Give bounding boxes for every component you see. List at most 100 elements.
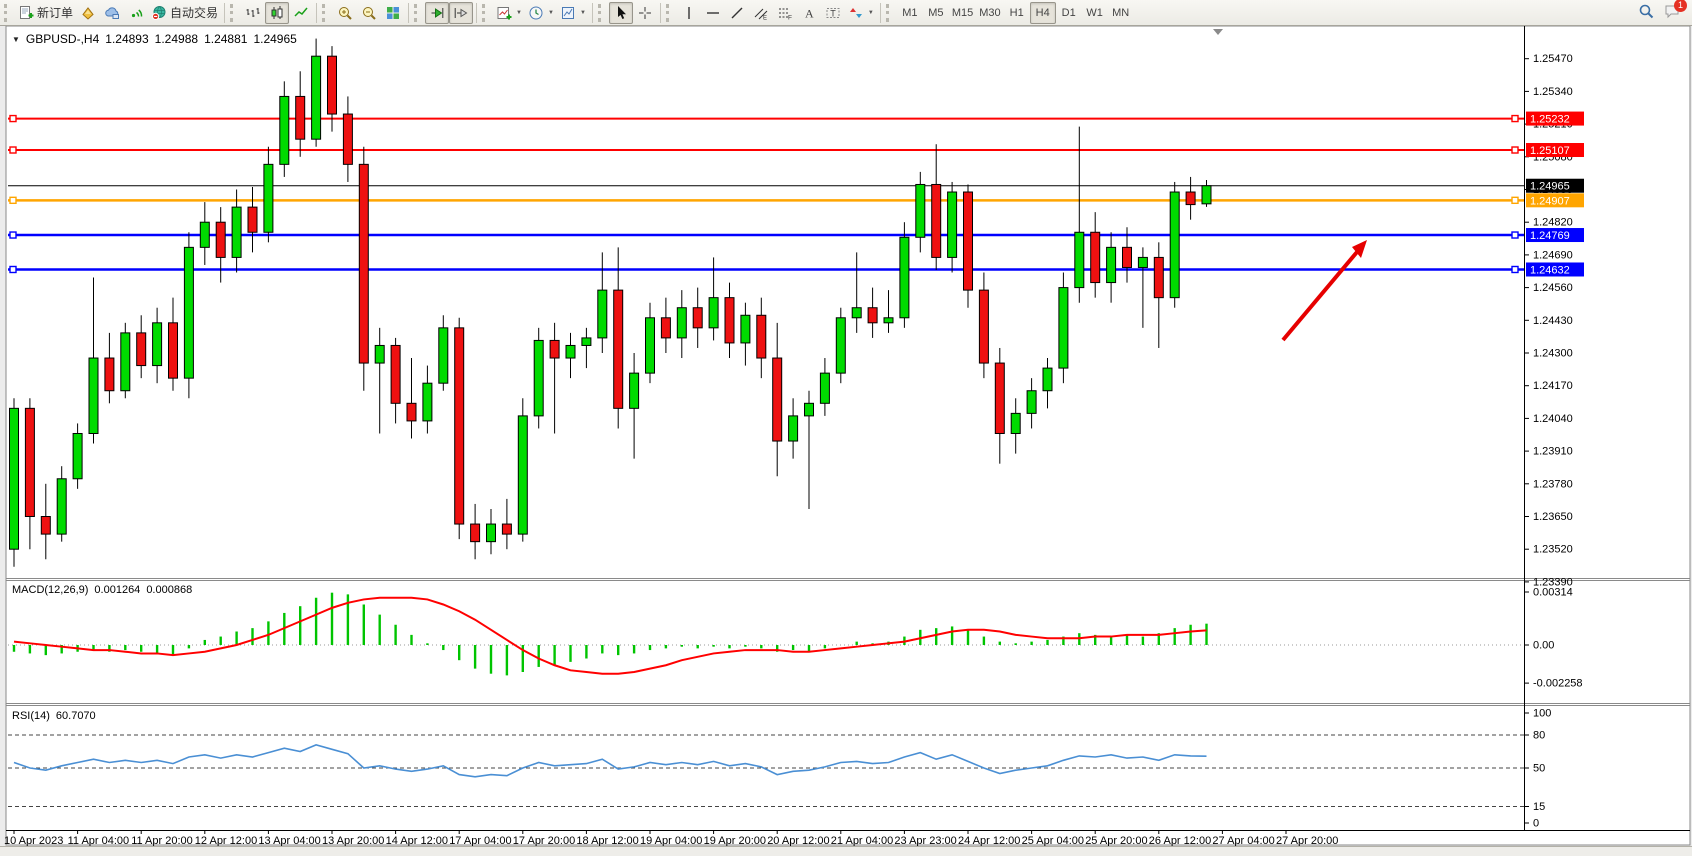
cursor-button[interactable] [609, 2, 633, 24]
chart-symbol-period: GBPUSD-,H4 [26, 32, 99, 46]
candle-body [868, 308, 877, 323]
periods-button[interactable]: ▼ [525, 2, 557, 24]
indicators-button[interactable]: ▼ [493, 2, 525, 24]
candle-body [455, 328, 464, 524]
candle-body [439, 328, 448, 383]
line-chart-button[interactable] [289, 2, 313, 24]
cloud-data-button[interactable] [100, 2, 124, 24]
time-label: 27 Apr 04:00 [1212, 835, 1274, 846]
svg-text:1.24907: 1.24907 [1530, 195, 1570, 207]
candle-body [1138, 257, 1147, 267]
toolbar-separator [880, 3, 881, 23]
candle-body [153, 323, 162, 366]
support-line-2-handle[interactable] [10, 266, 16, 272]
autotrading-button-label: 自动交易 [170, 4, 218, 21]
svg-text:1.24170: 1.24170 [1533, 380, 1573, 392]
resistance-line-2-handle[interactable] [1512, 147, 1518, 153]
text-button[interactable]: A [797, 2, 821, 24]
svg-text:1.24300: 1.24300 [1533, 348, 1573, 360]
support-line-2-handle[interactable] [1512, 266, 1518, 272]
clock-icon [528, 5, 544, 21]
rsi-value: 60.7070 [56, 710, 96, 722]
candle-body [948, 192, 957, 257]
fibonacci-button[interactable]: F [773, 2, 797, 24]
pivot-line-handle[interactable] [10, 197, 16, 203]
auto-scroll-button[interactable] [425, 2, 449, 24]
candle-body [566, 345, 575, 358]
timeframe-m30-button-label: M30 [979, 7, 1000, 19]
timeframe-d1-button[interactable]: D1 [1056, 2, 1082, 24]
candle-body [1186, 192, 1195, 205]
chevron-down-icon[interactable]: ▼ [548, 10, 554, 16]
time-label: 13 Apr 04:00 [258, 835, 320, 846]
toolbar-separator [224, 3, 225, 23]
line-chart-icon [293, 5, 309, 21]
candle-body [423, 383, 432, 421]
support-line-1-handle[interactable] [10, 232, 16, 238]
candle-body [932, 184, 941, 257]
timeframe-mn-button[interactable]: MN [1108, 2, 1134, 24]
market-button[interactable] [76, 2, 100, 24]
chevron-down-icon[interactable]: ▼ [868, 10, 874, 16]
time-label: 23 Apr 23:00 [894, 835, 956, 846]
timeframe-m15-button[interactable]: M15 [949, 2, 976, 24]
timeframe-h4-button-label: H4 [1036, 7, 1050, 19]
toolbar-group-handle [886, 4, 894, 22]
resistance-line-1-handle[interactable] [10, 116, 16, 122]
time-label: 14 Apr 12:00 [386, 835, 448, 846]
new-order-button[interactable]: 新订单 [15, 2, 76, 24]
chart-menu-icon[interactable]: ▼ [12, 35, 20, 44]
chart-shift-button[interactable] [449, 2, 473, 24]
bar-chart-button[interactable] [241, 2, 265, 24]
svg-text:0.00314: 0.00314 [1533, 587, 1573, 599]
timeframe-m30-button[interactable]: M30 [976, 2, 1003, 24]
candle-body [57, 479, 66, 534]
arrows-button[interactable]: ▼ [845, 2, 877, 24]
search-button[interactable] [1638, 3, 1654, 24]
zoom-out-button[interactable] [357, 2, 381, 24]
chevron-down-icon[interactable]: ▼ [580, 10, 586, 16]
vertical-line-button[interactable] [677, 2, 701, 24]
timeframe-h4-button[interactable]: H4 [1030, 2, 1056, 24]
rsi-indicator-label: RSI(14) 60.7070 [12, 710, 96, 722]
signals-button[interactable] [124, 2, 148, 24]
price-chart-canvas: 1.254701.253401.252101.250801.249501.248… [0, 26, 1692, 846]
autotrading-button[interactable]: 自动交易 [148, 2, 221, 24]
time-label: 12 Apr 12:00 [195, 835, 257, 846]
ohlc-close: 1.24965 [253, 32, 296, 46]
candlestick-chart-button[interactable] [265, 2, 289, 24]
indicators-icon [496, 5, 512, 21]
timeframe-m1-button[interactable]: M1 [897, 2, 923, 24]
tile-windows-button[interactable] [381, 2, 405, 24]
templates-button[interactable]: ▼ [557, 2, 589, 24]
timeframe-m5-button[interactable]: M5 [923, 2, 949, 24]
chevron-down-icon[interactable]: ▼ [516, 10, 522, 16]
crosshair-button[interactable] [633, 2, 657, 24]
new-order-button-label: 新订单 [37, 4, 73, 21]
shapes-icon [848, 5, 864, 21]
candle-body [328, 56, 337, 114]
text-label-button[interactable]: T [821, 2, 845, 24]
time-label: 26 Apr 12:00 [1149, 835, 1211, 846]
candle-body [614, 290, 623, 408]
candle-body [121, 333, 130, 391]
timeframe-h1-button[interactable]: H1 [1004, 2, 1030, 24]
candle-body [375, 345, 384, 363]
svg-text:1.24430: 1.24430 [1533, 315, 1573, 327]
candle-body [89, 358, 98, 433]
candle-body [41, 517, 50, 535]
trendline-button[interactable] [725, 2, 749, 24]
notifications-button[interactable]: 1 [1664, 3, 1680, 24]
support-line-1-handle[interactable] [1512, 232, 1518, 238]
chart-window: 1.254701.253401.252101.250801.249501.248… [0, 26, 1692, 846]
pivot-line-handle[interactable] [1512, 197, 1518, 203]
resistance-line-1-handle[interactable] [1512, 116, 1518, 122]
horizontal-line-button[interactable] [701, 2, 725, 24]
resistance-line-2-handle[interactable] [10, 147, 16, 153]
label-icon: T [825, 5, 841, 21]
zoom-in-button[interactable] [333, 2, 357, 24]
time-label: 20 Apr 12:00 [767, 835, 829, 846]
candle-body [25, 408, 34, 516]
timeframe-w1-button[interactable]: W1 [1082, 2, 1108, 24]
equidistant-channel-button[interactable]: E [749, 2, 773, 24]
